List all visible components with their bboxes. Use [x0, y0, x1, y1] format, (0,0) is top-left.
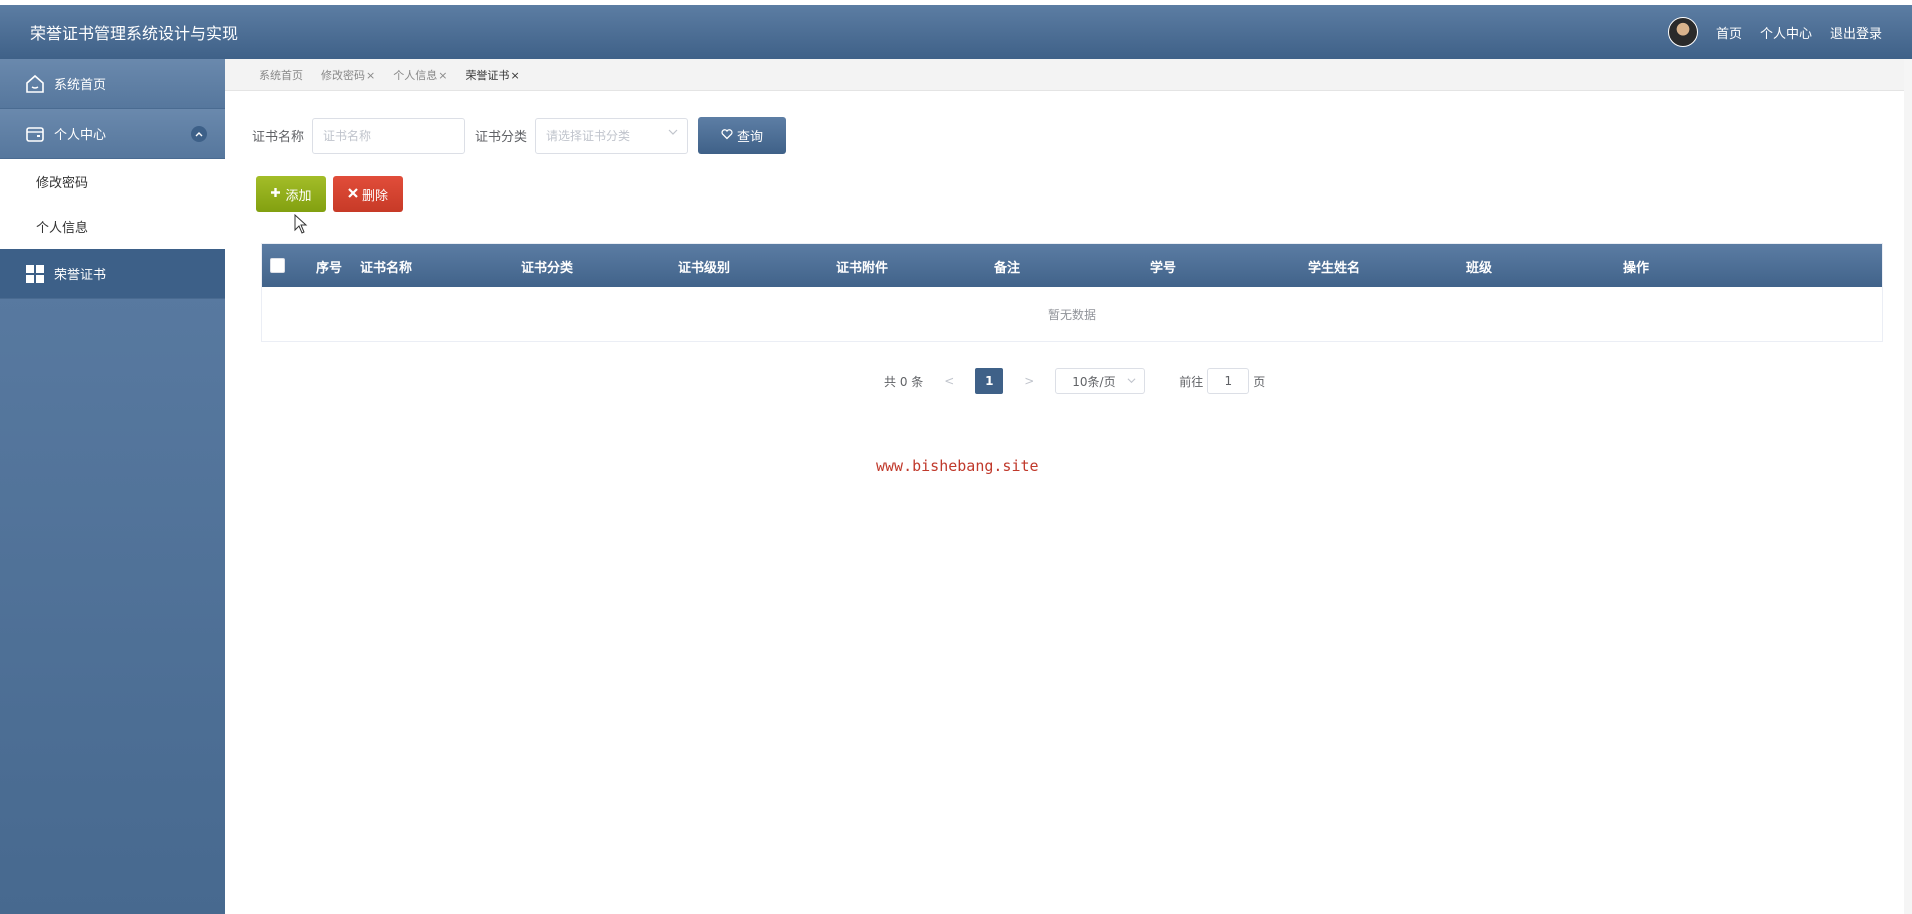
- action-buttons: 添加 删除: [256, 176, 403, 212]
- prev-page-button[interactable]: <: [935, 374, 963, 388]
- profile-submenu: 修改密码 个人信息: [0, 159, 225, 249]
- goto-page-input[interactable]: [1207, 368, 1250, 394]
- site-watermark: www.bishebang.site: [876, 457, 1039, 475]
- next-page-button[interactable]: >: [1015, 374, 1043, 388]
- page-scrollbar[interactable]: [1904, 59, 1912, 914]
- table-header: 序号 证书名称 证书分类 证书级别 证书附件 备注 学号 学生姓名 班级 操作: [262, 244, 1882, 287]
- tag-personal-info[interactable]: 个人信息×: [393, 67, 447, 83]
- select-all-checkbox[interactable]: [270, 258, 285, 273]
- query-button[interactable]: 查询: [698, 117, 787, 154]
- certificate-category-input[interactable]: [535, 117, 689, 154]
- search-form: 证书名称 证书分类 查询: [252, 117, 787, 154]
- column-header: 学生姓名: [1308, 261, 1361, 276]
- sidebar-item-profile[interactable]: 个人中心: [0, 109, 225, 159]
- goto-suffix: 页: [1253, 374, 1266, 389]
- tag-certificates[interactable]: 荣誉证书×: [465, 67, 519, 83]
- certificate-name-input[interactable]: [312, 117, 466, 154]
- close-icon: [348, 187, 358, 202]
- mouse-cursor-icon: [294, 213, 308, 238]
- tag-system-home[interactable]: 系统首页: [259, 67, 303, 83]
- tag-change-password[interactable]: 修改密码×: [321, 67, 375, 83]
- certificate-category-label: 证书分类: [475, 130, 528, 145]
- close-icon[interactable]: ×: [366, 69, 375, 82]
- chevron-down-icon: [1127, 374, 1136, 388]
- page-size-value: 10条/页: [1072, 374, 1116, 389]
- sidebar-item-label: 个人中心: [54, 128, 107, 143]
- sidebar-item-label: 荣誉证书: [54, 268, 107, 283]
- header-links: 首页 个人中心 退出登录: [1667, 17, 1882, 47]
- tags-bar: 系统首页 修改密码× 个人信息× 荣誉证书×: [225, 59, 1912, 91]
- goto-prefix: 前往: [1179, 374, 1204, 389]
- header-home-link[interactable]: 首页: [1716, 23, 1742, 42]
- sidebar-subitem-change-password[interactable]: 修改密码: [0, 159, 225, 204]
- top-bar: 荣誉证书管理系统设计与实现 首页 个人中心 退出登录: [0, 5, 1912, 59]
- column-header: 备注: [994, 261, 1021, 276]
- grid-icon: [24, 263, 46, 285]
- certificate-name-label: 证书名称: [252, 130, 305, 145]
- heart-icon: [721, 128, 733, 144]
- sidebar-item-certificates[interactable]: 荣誉证书: [0, 249, 225, 299]
- header-logout-link[interactable]: 退出登录: [1830, 23, 1882, 42]
- page-number-button[interactable]: 1: [975, 368, 1004, 394]
- goto-page: 前往 页: [1179, 368, 1265, 394]
- pagination-total: 共 0 条: [884, 374, 924, 389]
- page-size-select[interactable]: 10条/页: [1055, 368, 1146, 394]
- pagination: 共 0 条 < 1 > 10条/页 前往 页: [884, 368, 1265, 394]
- sidebar-item-label: 系统首页: [54, 78, 107, 93]
- app-title: 荣誉证书管理系统设计与实现: [30, 24, 239, 43]
- certificate-table: 序号 证书名称 证书分类 证书级别 证书附件 备注 学号 学生姓名 班级 操作 …: [261, 243, 1883, 342]
- chevron-down-icon: [668, 127, 678, 140]
- sidebar-item-home[interactable]: 系统首页: [0, 59, 225, 109]
- home-icon: [24, 73, 46, 95]
- close-icon[interactable]: ×: [438, 69, 447, 82]
- column-header: 操作: [1623, 261, 1650, 276]
- column-header: 学号: [1150, 261, 1177, 276]
- column-header: 序号: [316, 261, 343, 276]
- plus-icon: [270, 187, 281, 202]
- chevron-up-icon[interactable]: [191, 126, 207, 142]
- column-header: 证书名称: [360, 261, 413, 276]
- close-icon[interactable]: ×: [510, 69, 519, 82]
- add-button[interactable]: 添加: [256, 176, 326, 212]
- column-header: 证书分类: [521, 261, 574, 276]
- column-header: 班级: [1466, 261, 1493, 276]
- table-empty-text: 暂无数据: [1047, 307, 1096, 322]
- sidebar-subitem-personal-info[interactable]: 个人信息: [0, 204, 225, 249]
- column-header: 证书附件: [836, 261, 889, 276]
- certificate-category-select[interactable]: [535, 117, 689, 154]
- sidebar: 系统首页 个人中心 修改密码 个人信息 荣誉证书: [0, 59, 225, 914]
- header-profile-link[interactable]: 个人中心: [1760, 23, 1812, 42]
- user-avatar[interactable]: [1667, 17, 1698, 47]
- column-header: 证书级别: [678, 261, 731, 276]
- delete-button[interactable]: 删除: [333, 176, 403, 212]
- wallet-icon: [24, 123, 46, 145]
